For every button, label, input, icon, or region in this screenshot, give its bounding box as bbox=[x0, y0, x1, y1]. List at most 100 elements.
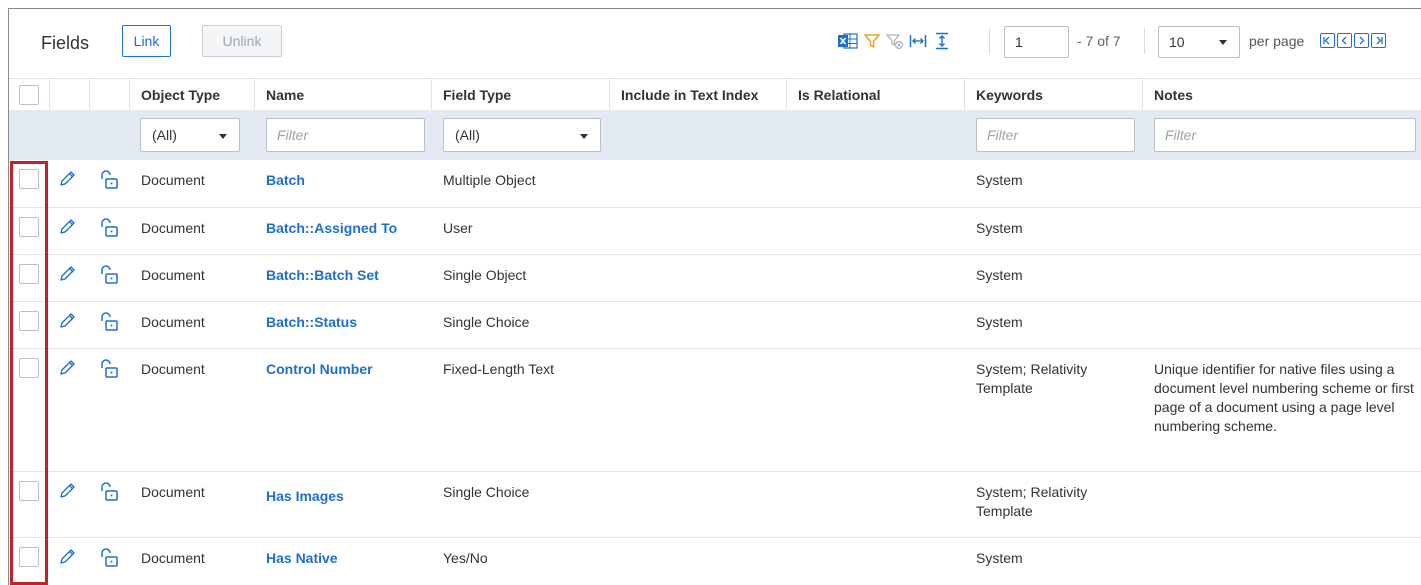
column-divider bbox=[129, 79, 130, 111]
toolbar: Fields Link Unlink 1 - 7 of 7 10 per pag… bbox=[9, 9, 1421, 77]
field-name-link[interactable]: Has Images bbox=[266, 487, 344, 506]
page-number-input[interactable] bbox=[1004, 26, 1069, 58]
column-divider bbox=[89, 79, 90, 111]
link-button[interactable]: Link bbox=[122, 25, 171, 57]
column-header-object-type[interactable]: Object Type bbox=[141, 87, 220, 103]
previous-page-icon[interactable] bbox=[1337, 33, 1352, 48]
chevron-down-icon bbox=[1219, 40, 1227, 45]
per-page-value: 10 bbox=[1169, 34, 1185, 50]
table-row[interactable]: Document Batch::Status Single Choice Sys… bbox=[9, 302, 1421, 349]
keywords-cell: System bbox=[976, 220, 1023, 236]
unlock-icon[interactable] bbox=[98, 169, 120, 191]
first-page-icon[interactable] bbox=[1320, 33, 1335, 48]
field-type-cell: User bbox=[443, 220, 473, 236]
field-name-link[interactable]: Batch::Assigned To bbox=[266, 219, 397, 238]
table-row[interactable]: Document Has Native Yes/No System bbox=[9, 538, 1421, 585]
expand-rows-icon[interactable] bbox=[932, 31, 952, 51]
table-row[interactable]: Document Batch Multiple Object System bbox=[9, 160, 1421, 208]
page-title: Fields bbox=[41, 33, 90, 53]
object-type-cell: Document bbox=[141, 484, 205, 500]
column-header-row: Object Type Name Field Type Include in T… bbox=[9, 78, 1421, 111]
filter-icon[interactable] bbox=[862, 31, 882, 51]
row-checkbox[interactable] bbox=[19, 169, 39, 189]
field-name-link[interactable]: Batch bbox=[266, 171, 305, 190]
field-type-filter-value: (All) bbox=[455, 127, 480, 143]
pencil-icon[interactable] bbox=[57, 481, 77, 501]
column-header-is-relational[interactable]: Is Relational bbox=[798, 87, 880, 103]
field-name-link[interactable]: Has Native bbox=[266, 549, 338, 568]
column-header-include-in-text-index[interactable]: Include in Text Index bbox=[621, 87, 758, 103]
field-type-cell: Yes/No bbox=[443, 550, 488, 566]
object-type-filter-value: (All) bbox=[152, 127, 177, 143]
name-filter-input[interactable] bbox=[266, 118, 425, 152]
object-type-cell: Document bbox=[141, 267, 205, 283]
column-divider bbox=[431, 79, 432, 111]
select-all-checkbox[interactable] bbox=[19, 85, 39, 105]
row-checkbox[interactable] bbox=[19, 217, 39, 237]
unlock-icon[interactable] bbox=[98, 481, 120, 503]
last-page-icon[interactable] bbox=[1371, 33, 1386, 48]
column-header-keywords[interactable]: Keywords bbox=[976, 87, 1043, 103]
field-type-cell: Single Choice bbox=[443, 484, 530, 500]
per-page-label: per page bbox=[1249, 33, 1305, 49]
table-row[interactable]: Document Batch::Batch Set Single Object … bbox=[9, 255, 1421, 302]
column-header-notes[interactable]: Notes bbox=[1154, 87, 1193, 103]
object-type-cell: Document bbox=[141, 220, 205, 236]
row-checkbox[interactable] bbox=[19, 547, 39, 567]
object-type-cell: Document bbox=[141, 314, 205, 330]
notes-filter-input[interactable] bbox=[1154, 118, 1416, 152]
notes-cell: Unique identifier for native files using… bbox=[1154, 361, 1414, 434]
per-page-select[interactable]: 10 bbox=[1158, 26, 1240, 58]
filter-row: (All) (All) bbox=[9, 110, 1421, 160]
fit-columns-icon[interactable] bbox=[908, 31, 928, 51]
pencil-icon[interactable] bbox=[57, 217, 77, 237]
table-row[interactable]: Document Has Images Single Choice System… bbox=[9, 472, 1421, 538]
column-header-field-type[interactable]: Field Type bbox=[443, 87, 511, 103]
field-name-link[interactable]: Batch::Batch Set bbox=[266, 266, 379, 285]
next-page-icon[interactable] bbox=[1354, 33, 1369, 48]
excel-export-icon[interactable] bbox=[838, 31, 858, 51]
keywords-cell: System bbox=[976, 267, 1023, 283]
fields-panel: Fields Link Unlink 1 - 7 of 7 10 per pag… bbox=[8, 8, 1421, 585]
row-checkbox[interactable] bbox=[19, 264, 39, 284]
keywords-filter-input[interactable] bbox=[976, 118, 1135, 152]
pencil-icon[interactable] bbox=[57, 169, 77, 189]
pencil-icon[interactable] bbox=[57, 264, 77, 284]
field-type-cell: Single Choice bbox=[443, 314, 530, 330]
row-checkbox[interactable] bbox=[19, 311, 39, 331]
column-header-name[interactable]: Name bbox=[266, 87, 304, 103]
keywords-cell: System bbox=[976, 314, 1023, 330]
page-range-label: - 7 of 7 bbox=[1077, 33, 1121, 49]
chevron-down-icon bbox=[219, 134, 227, 139]
unlock-icon[interactable] bbox=[98, 311, 120, 333]
object-type-cell: Document bbox=[141, 550, 205, 566]
unlock-icon[interactable] bbox=[98, 264, 120, 286]
unlock-icon[interactable] bbox=[98, 547, 120, 569]
row-checkbox[interactable] bbox=[19, 358, 39, 378]
field-type-cell: Fixed-Length Text bbox=[443, 361, 555, 377]
column-divider bbox=[49, 79, 50, 111]
pencil-icon[interactable] bbox=[57, 311, 77, 331]
keywords-cell: System bbox=[976, 550, 1023, 566]
table-row[interactable]: Document Control Number Fixed-Length Tex… bbox=[9, 349, 1421, 472]
object-type-cell: Document bbox=[141, 361, 205, 377]
row-checkbox[interactable] bbox=[19, 481, 39, 501]
column-divider bbox=[1142, 79, 1143, 111]
field-type-cell: Multiple Object bbox=[443, 172, 536, 188]
keywords-cell: System bbox=[976, 172, 1023, 188]
object-type-cell: Document bbox=[141, 172, 205, 188]
pencil-icon[interactable] bbox=[57, 358, 77, 378]
field-name-link[interactable]: Batch::Status bbox=[266, 313, 357, 332]
clear-filter-icon[interactable] bbox=[885, 31, 905, 51]
object-type-filter-select[interactable]: (All) bbox=[140, 118, 240, 152]
field-type-cell: Single Object bbox=[443, 267, 527, 283]
field-name-link[interactable]: Control Number bbox=[266, 360, 373, 379]
unlock-icon[interactable] bbox=[98, 358, 120, 380]
pencil-icon[interactable] bbox=[57, 547, 77, 567]
unlock-icon[interactable] bbox=[98, 217, 120, 239]
field-type-filter-select[interactable]: (All) bbox=[443, 118, 601, 152]
toolbar-divider bbox=[1144, 28, 1145, 54]
unlink-button[interactable]: Unlink bbox=[202, 25, 282, 57]
table-row[interactable]: Document Batch::Assigned To User System bbox=[9, 208, 1421, 255]
keywords-cell: System; Relativity Template bbox=[976, 484, 1088, 519]
